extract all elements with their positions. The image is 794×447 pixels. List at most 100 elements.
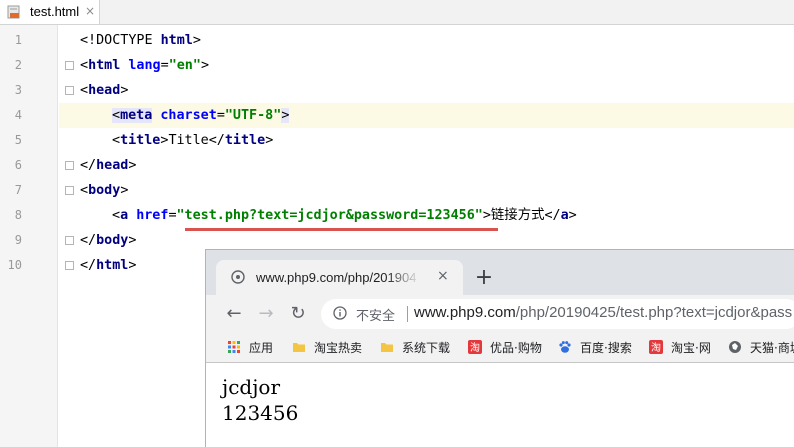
fold-marker-icon[interactable] — [65, 261, 74, 270]
code-token: body — [96, 233, 129, 248]
svg-text:淘: 淘 — [470, 341, 480, 354]
fold-marker-icon[interactable] — [65, 161, 74, 170]
folder-icon — [381, 343, 393, 352]
address-bar[interactable]: 不安全 www.php9.com/php/20190425/test.php?t… — [321, 299, 794, 329]
code-token: < — [112, 208, 121, 223]
code-token: "en" — [168, 58, 201, 73]
code-token: body — [88, 183, 121, 198]
code-token: meta — [120, 108, 153, 123]
code-token: html — [88, 58, 121, 73]
code-token: "UTF-8" — [224, 108, 282, 123]
code-token: head — [96, 158, 129, 173]
line-number: 4 — [14, 108, 22, 122]
fold-marker-icon[interactable] — [65, 186, 74, 195]
code-token: </ — [544, 208, 561, 223]
code-token: 链接方式 — [490, 208, 545, 223]
url-text[interactable]: www.php9.com/php/20190425/test.php?text=… — [414, 304, 792, 321]
reload-button[interactable]: ↻ — [287, 303, 309, 325]
globe-icon — [729, 341, 741, 353]
code-token: html — [96, 258, 129, 273]
tab-title-fade — [386, 266, 421, 288]
file-tab-test-html[interactable]: test.html × — [0, 0, 100, 24]
code-token: </ — [80, 158, 97, 173]
bookmark-label: 优品·购物 — [490, 341, 542, 355]
code-token: = — [168, 208, 177, 223]
code-token: <!DOCTYPE — [80, 33, 161, 48]
code-line-6[interactable]: </head> — [80, 153, 136, 178]
code-token: = — [216, 108, 225, 123]
code-token: < — [112, 108, 121, 123]
browser-tab[interactable]: www.php9.com/php/20190425 × — [216, 260, 463, 295]
code-token: > — [120, 183, 129, 198]
output-text-line: jcdjor — [222, 375, 281, 399]
code-line-7[interactable]: <body> — [80, 178, 128, 203]
code-token: title — [224, 133, 266, 148]
code-line-10[interactable]: </html> — [80, 253, 136, 278]
baidu-icon — [559, 341, 571, 353]
new-tab-button[interactable]: + — [470, 265, 498, 293]
code-token: > — [128, 233, 137, 248]
forward-button[interactable]: → — [255, 303, 277, 325]
svg-text:淘: 淘 — [651, 341, 661, 354]
code-token: < — [80, 183, 89, 198]
output-text-line: 123456 — [222, 401, 299, 425]
code-token: </ — [80, 258, 97, 273]
security-label[interactable]: 不安全 — [356, 305, 395, 324]
code-token: > — [281, 108, 290, 123]
page-content: jcdjor 123456 — [206, 363, 794, 447]
line-number: 3 — [14, 83, 22, 97]
file-tab-label: test.html — [30, 4, 80, 19]
code-token: lang — [128, 58, 161, 73]
code-token: < — [80, 83, 89, 98]
close-icon[interactable]: × — [437, 268, 449, 284]
code-token: > — [568, 208, 577, 223]
bookmark-label: 百度·搜索 — [580, 341, 632, 355]
href-underline-annotation — [185, 228, 498, 231]
code-token: < — [112, 133, 121, 148]
bookmark-label: 天猫·商城 — [750, 341, 794, 355]
code-token: a — [120, 208, 129, 223]
code-token: > — [128, 258, 137, 273]
html-file-icon — [7, 5, 20, 19]
code-line-1[interactable]: <!DOCTYPE html> — [80, 28, 201, 53]
fold-marker-icon[interactable] — [65, 86, 74, 95]
fold-marker-icon[interactable] — [65, 61, 74, 70]
line-number: 9 — [14, 233, 22, 247]
back-button[interactable]: ← — [223, 303, 245, 325]
code-line-2[interactable]: <html lang="en"> — [80, 53, 209, 78]
folder-icon — [293, 343, 305, 352]
code-line-3[interactable]: <head> — [80, 78, 128, 103]
browser-titlebar: www.php9.com/php/20190425 × + — [206, 250, 794, 295]
info-icon[interactable] — [333, 306, 347, 320]
code-token: = — [160, 58, 169, 73]
code-token: title — [120, 133, 161, 148]
code-token: "test.php?text=jcdjor&password=123456" — [176, 208, 483, 223]
line-number: 8 — [14, 208, 22, 222]
line-number: 1 — [14, 33, 22, 47]
divider — [407, 306, 408, 322]
bookmarks-bar: 应用 淘宝热卖 系统下载 淘 优品·购物 百度·搜索 淘 淘宝·网 天猫·商 — [206, 333, 794, 363]
code-line-5[interactable]: <title>Title</title> — [112, 128, 273, 153]
code-line-4[interactable]: <meta charset="UTF-8"> — [112, 103, 290, 128]
code-token: </ — [80, 233, 97, 248]
code-token: html — [160, 33, 193, 48]
editor-tab-bar: test.html × — [0, 0, 794, 25]
line-number: 6 — [14, 158, 22, 172]
code-token: Title — [168, 133, 209, 148]
url-path: /php/20190425/test.php?text=jcdjor&pass — [515, 304, 793, 321]
fold-marker-icon[interactable] — [65, 236, 74, 245]
close-tab-icon[interactable]: × — [85, 4, 95, 18]
code-token: > — [200, 58, 209, 73]
line-number: 10 — [7, 258, 22, 272]
line-number: 5 — [14, 133, 22, 147]
taobao-icon: 淘 — [649, 340, 663, 354]
code-token: head — [88, 83, 121, 98]
code-line-8[interactable]: <a href="test.php?text=jcdjor&password=1… — [112, 203, 577, 228]
code-token: > — [192, 33, 201, 48]
code-token: charset — [160, 108, 217, 123]
globe-icon — [231, 270, 245, 284]
bookmark-label: 淘宝热卖 — [314, 341, 363, 355]
code-line-9[interactable]: </body> — [80, 228, 136, 253]
bookmark-label: 应用 — [249, 341, 274, 355]
